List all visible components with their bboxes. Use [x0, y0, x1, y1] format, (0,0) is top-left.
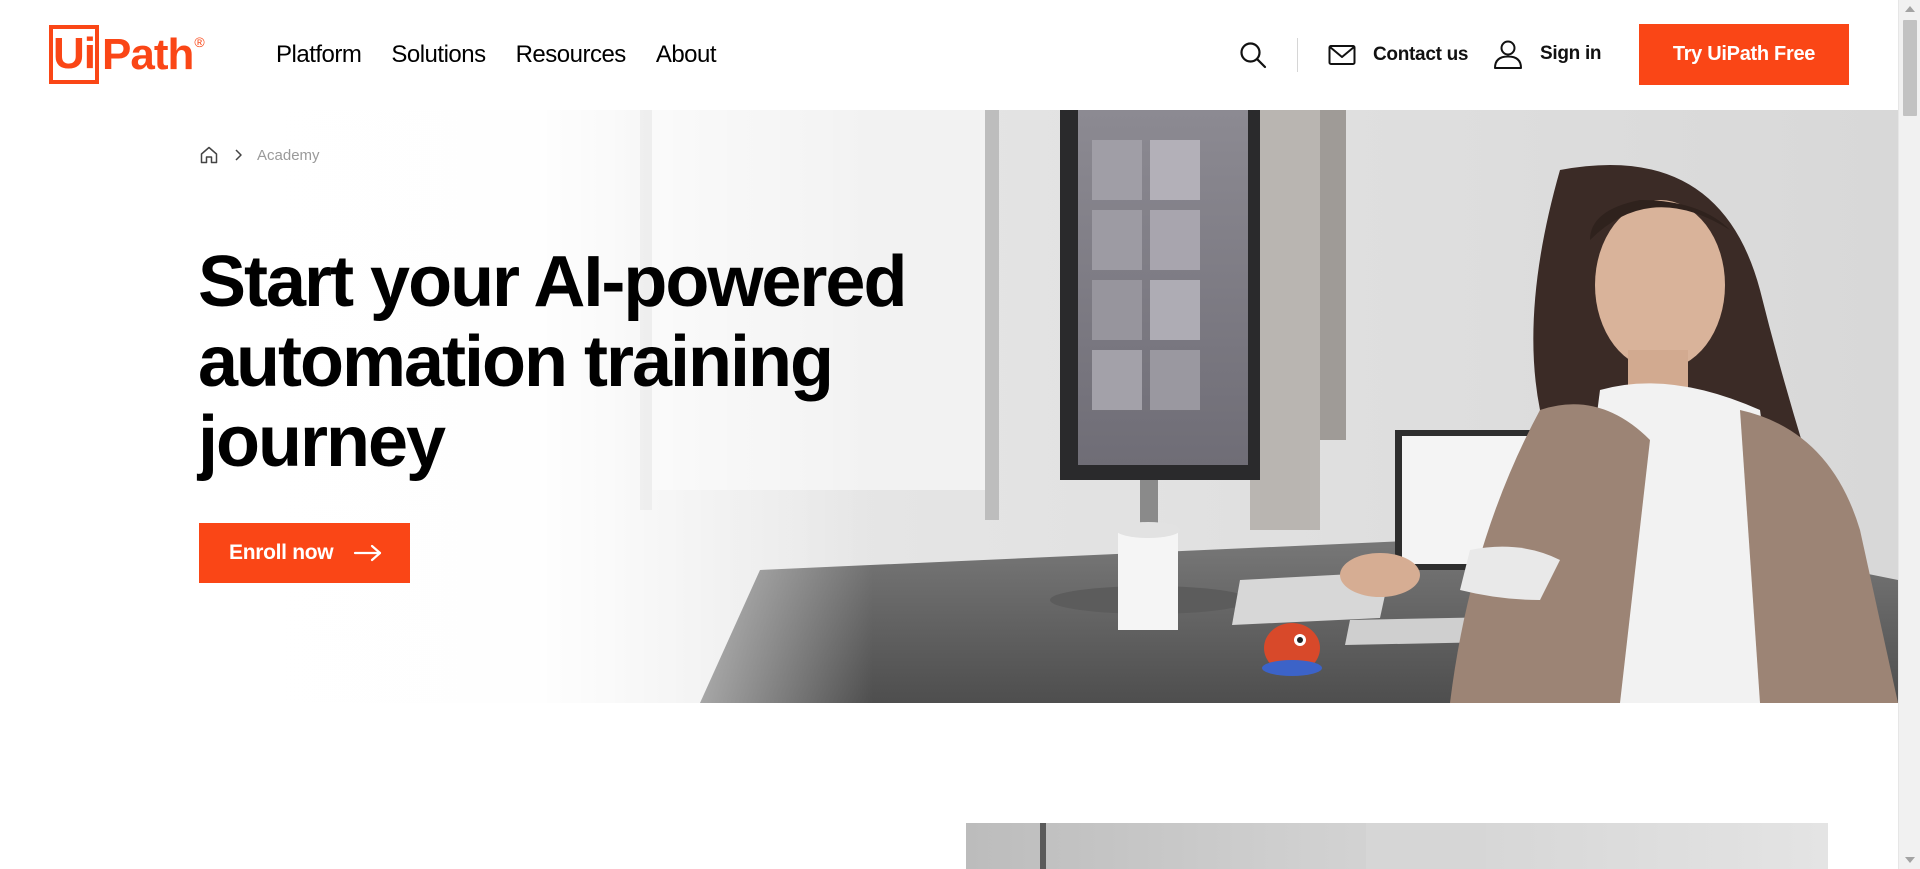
scroll-up-arrow[interactable] — [1905, 6, 1915, 12]
scroll-thumb[interactable] — [1903, 20, 1917, 116]
registered-mark: ® — [194, 34, 205, 50]
arrow-right-icon — [354, 544, 382, 562]
main-nav: Platform Solutions Resources About — [276, 38, 717, 71]
nav-item-resources[interactable]: Resources — [516, 38, 627, 71]
nav-item-solutions[interactable]: Solutions — [391, 38, 486, 71]
user-icon — [1494, 40, 1522, 69]
logo-text: Path — [102, 30, 194, 79]
breadcrumb: Academy — [199, 145, 320, 165]
mail-icon — [1328, 45, 1356, 65]
scroll-down-arrow[interactable] — [1905, 857, 1915, 863]
site-header: Ui Path ® Platform Solutions Resources A… — [0, 0, 1898, 110]
enroll-now-label: Enroll now — [229, 541, 334, 564]
sign-in-link[interactable]: Sign in — [1492, 38, 1602, 70]
try-uipath-free-button[interactable]: Try UiPath Free — [1639, 24, 1849, 85]
contact-us-link[interactable]: Contact us — [1327, 40, 1468, 70]
header-divider — [1297, 38, 1298, 72]
logo-box: Ui — [49, 25, 99, 84]
section-image — [966, 823, 1828, 869]
nav-item-platform[interactable]: Platform — [276, 38, 362, 71]
sign-in-label: Sign in — [1540, 43, 1602, 64]
search-icon[interactable] — [1238, 40, 1268, 70]
enroll-now-button[interactable]: Enroll now — [199, 523, 410, 583]
uipath-logo[interactable]: Ui Path ® — [49, 25, 205, 84]
home-icon[interactable] — [199, 145, 219, 165]
page-scrollbar[interactable] — [1898, 0, 1920, 869]
breadcrumb-current[interactable]: Academy — [257, 147, 320, 164]
nav-item-about[interactable]: About — [656, 38, 717, 71]
contact-us-label: Contact us — [1373, 44, 1469, 65]
hero-headline: Start your AI-powered automation trainin… — [198, 242, 907, 482]
hero-section: Academy Start your AI-powered automation… — [0, 110, 1898, 703]
chevron-right-icon — [235, 149, 242, 161]
